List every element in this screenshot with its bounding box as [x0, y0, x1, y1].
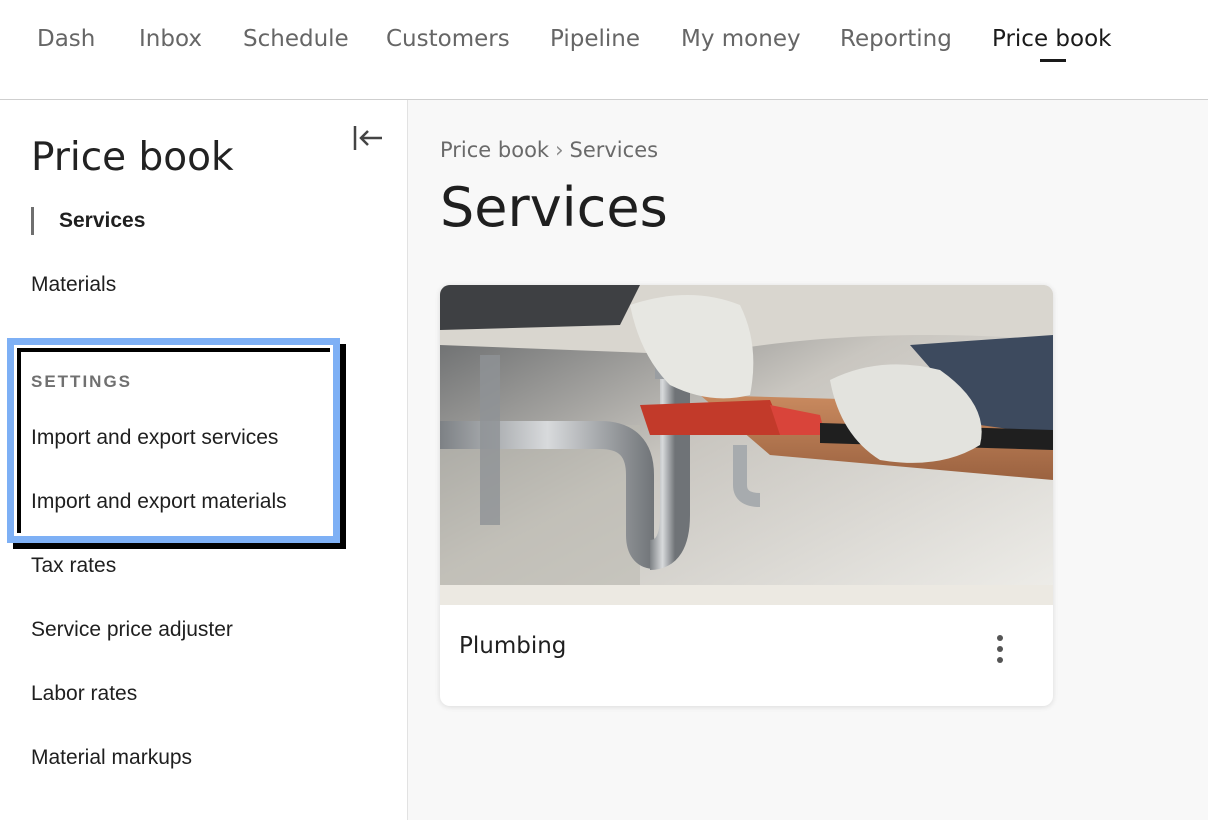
- nav-inbox[interactable]: Inbox: [139, 26, 202, 52]
- card-title: Plumbing: [459, 633, 567, 659]
- nav-schedule[interactable]: Schedule: [243, 26, 349, 52]
- settings-section-header: SETTINGS: [31, 372, 133, 391]
- sidebar-item-labor-rates[interactable]: Labor rates: [31, 682, 137, 706]
- nav-reporting[interactable]: Reporting: [840, 26, 952, 52]
- sidebar-item-tax-rates[interactable]: Tax rates: [31, 554, 116, 578]
- nav-price-book[interactable]: Price book: [992, 26, 1111, 52]
- service-card-plumbing[interactable]: Plumbing: [440, 285, 1053, 706]
- breadcrumb-separator: ›: [555, 138, 564, 162]
- sidebar-item-import-export-services[interactable]: Import and export services: [31, 426, 278, 450]
- sidebar-item-materials[interactable]: Materials: [31, 273, 116, 297]
- sidebar: Price book Services Materials SETTINGS I…: [0, 100, 408, 820]
- nav-my-money[interactable]: My money: [681, 26, 801, 52]
- sidebar-item-services[interactable]: Services: [31, 207, 145, 235]
- collapse-left-icon: [353, 126, 382, 150]
- card-menu-button[interactable]: [986, 633, 1014, 669]
- breadcrumb-root[interactable]: Price book: [440, 138, 549, 162]
- active-tab-indicator: [1040, 59, 1066, 62]
- sidebar-title: Price book: [31, 135, 234, 180]
- nav-pipeline[interactable]: Pipeline: [550, 26, 640, 52]
- sidebar-item-material-markups[interactable]: Material markups: [31, 746, 192, 770]
- page-title: Services: [440, 176, 668, 239]
- sidebar-item-service-price-adjuster[interactable]: Service price adjuster: [31, 618, 233, 642]
- nav-dash[interactable]: Dash: [37, 26, 95, 52]
- collapse-sidebar-button[interactable]: [350, 122, 386, 154]
- plumbing-photo: [440, 285, 1053, 605]
- breadcrumb-current: Services: [569, 138, 659, 162]
- main-content: Price book › Services Services Plumbing: [408, 100, 1208, 820]
- sidebar-item-import-export-materials[interactable]: Import and export materials: [31, 490, 287, 514]
- breadcrumb: Price book › Services: [440, 138, 658, 162]
- nav-customers[interactable]: Customers: [386, 26, 510, 52]
- top-navigation: Dash Inbox Schedule Customers Pipeline M…: [0, 0, 1208, 100]
